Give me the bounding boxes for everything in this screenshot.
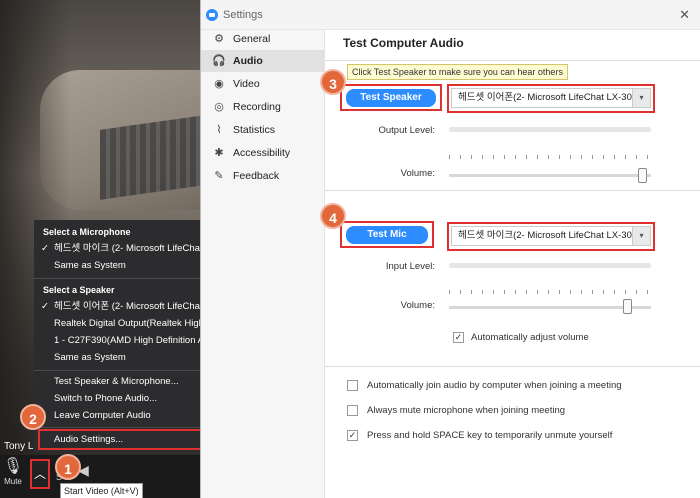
dropdown-arrow-icon: ▾	[632, 227, 650, 245]
settings-window: Settings ✕ ⚙ General 🎧 Audio ◉ Video ◎ R…	[200, 0, 700, 498]
speaker-volume-slider[interactable]	[449, 174, 651, 177]
settings-sidebar: ⚙ General 🎧 Audio ◉ Video ◎ Recording ⌇ …	[201, 30, 325, 498]
close-icon[interactable]: ✕	[679, 7, 690, 23]
speaker-volume-ticks	[449, 155, 649, 159]
statistics-icon: ⌇	[216, 124, 222, 136]
sidebar-item-accessibility[interactable]: ✱ Accessibility	[201, 142, 325, 164]
sidebar-item-statistics[interactable]: ⌇ Statistics	[201, 119, 325, 141]
mute-label: Mute	[4, 477, 22, 486]
dropdown-arrow-icon: ▾	[632, 89, 650, 107]
title-bar: Settings ✕	[201, 0, 700, 30]
auto-adjust-checkbox[interactable]: ✓	[453, 332, 464, 343]
speaker-select[interactable]: 헤드셋 이어폰(2- Microsoft LifeChat LX-300( ▾	[451, 88, 651, 108]
auto-join-audio-checkbox[interactable]	[347, 380, 358, 391]
sidebar-item-audio[interactable]: 🎧 Audio	[201, 50, 325, 72]
output-level-meter	[449, 127, 651, 132]
title-divider	[325, 60, 700, 61]
step-marker-4: 4	[320, 203, 346, 229]
window-title: Settings	[223, 9, 263, 21]
mic-volume-slider[interactable]	[449, 306, 651, 309]
zoom-logo-icon	[206, 9, 218, 21]
microphone-icon: 🎙	[2, 458, 24, 475]
chevron-up-icon: ︿	[33, 467, 46, 481]
feedback-icon: ✎	[214, 170, 224, 182]
sidebar-item-general[interactable]: ⚙ General	[201, 28, 325, 50]
audio-options-chevron-button[interactable]: ︿	[30, 459, 50, 489]
check-icon: ✓	[41, 243, 49, 254]
input-level-meter	[449, 263, 651, 268]
mute-button[interactable]: 🎙 Mute	[2, 457, 24, 495]
step-marker-2: 2	[20, 404, 46, 430]
always-mute-checkbox[interactable]	[347, 405, 358, 416]
step-marker-1: 1	[55, 454, 81, 480]
auto-join-audio-label: Automatically join audio by computer whe…	[367, 380, 622, 391]
sidebar-item-video[interactable]: ◉ Video	[201, 73, 325, 95]
always-mute-label: Always mute microphone when joining meet…	[367, 405, 566, 416]
headphones-icon: 🎧	[212, 55, 226, 67]
record-icon: ◎	[214, 101, 224, 113]
auto-adjust-label: Automatically adjust volume	[471, 332, 589, 343]
accessibility-icon: ✱	[214, 147, 224, 159]
mic-volume-ticks	[449, 290, 649, 294]
select-microphone-header: Select a Microphone	[43, 227, 131, 237]
speaker-volume-thumb[interactable]	[638, 168, 648, 183]
check-icon: ✓	[41, 301, 49, 312]
output-level-label: Output Level:	[378, 125, 435, 136]
sidebar-item-feedback[interactable]: ✎ Feedback	[201, 165, 325, 187]
space-unmute-checkbox[interactable]: ✓	[347, 430, 358, 441]
space-unmute-label: Press and hold SPACE key to temporarily …	[367, 430, 613, 441]
gear-icon: ⚙	[214, 33, 224, 45]
section-divider	[325, 190, 700, 191]
step-marker-3: 3	[320, 69, 346, 95]
test-speaker-tooltip: Click Test Speaker to make sure you can …	[347, 64, 568, 80]
mic-volume-label: Volume:	[400, 300, 435, 311]
page-title: Test Computer Audio	[343, 36, 464, 50]
input-level-label: Input Level:	[385, 261, 435, 272]
test-mic-button[interactable]: Test Mic	[346, 226, 428, 244]
speaker-volume-label: Volume:	[400, 168, 435, 179]
test-speaker-button[interactable]: Test Speaker	[346, 89, 436, 107]
start-video-tooltip: Start Video (Alt+V)	[60, 483, 143, 498]
select-speaker-header: Select a Speaker	[43, 285, 115, 295]
camera-icon: ◉	[214, 78, 224, 90]
mic-volume-thumb[interactable]	[622, 299, 632, 314]
section-divider	[325, 366, 700, 367]
mic-select[interactable]: 헤드셋 마이크(2- Microsoft LifeChat LX-300( ▾	[451, 226, 651, 246]
audio-settings-panel: Test Computer Audio Click Test Speaker t…	[325, 30, 700, 498]
sidebar-item-recording[interactable]: ◎ Recording	[201, 96, 325, 118]
